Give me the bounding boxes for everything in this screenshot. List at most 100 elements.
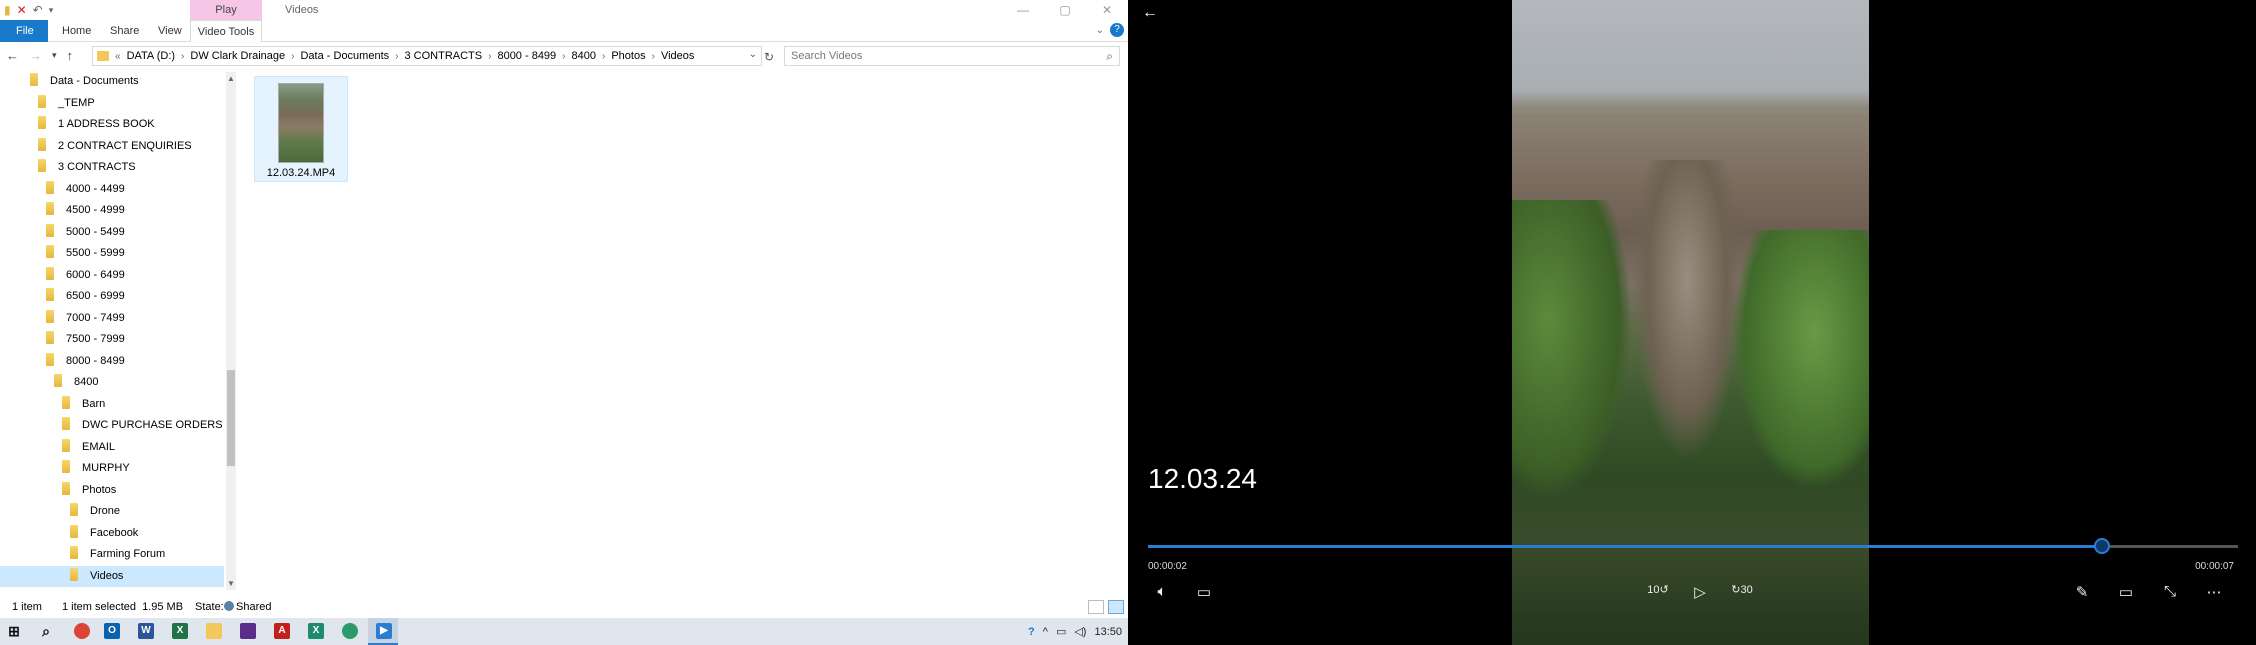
acrobat-icon[interactable]: A [274, 623, 290, 639]
app-icon[interactable] [240, 623, 256, 639]
edit-pen-icon[interactable]: ✎ [2070, 583, 2094, 601]
tree-item[interactable]: Barn [0, 394, 224, 415]
network-icon[interactable]: ▭ [1056, 625, 1066, 638]
tree-item[interactable]: EMAIL [0, 437, 224, 458]
breadcrumb-8400[interactable]: 8400 [572, 50, 596, 62]
seek-handle[interactable] [2093, 538, 2110, 554]
excel-alt-icon[interactable]: X [308, 623, 324, 639]
up-arrow-icon[interactable]: ↑ [67, 48, 74, 63]
tree-item[interactable]: 7500 - 7999 [0, 329, 224, 350]
tree-item[interactable]: 5500 - 5999 [0, 243, 224, 264]
tree-item[interactable]: 6000 - 6499 [0, 265, 224, 286]
chevron-right-icon[interactable]: › [395, 51, 398, 62]
tab-home[interactable]: Home [62, 20, 91, 42]
chevron-right-icon[interactable]: › [602, 51, 605, 62]
scroll-up-icon[interactable]: ▲ [227, 74, 235, 83]
search-icon[interactable]: ⌕ [38, 623, 54, 639]
cloud-app-icon[interactable] [342, 623, 358, 639]
tree-item[interactable]: 5000 - 5499 [0, 222, 224, 243]
clock[interactable]: 13:50 [1094, 626, 1122, 638]
tree-item[interactable]: Photos [0, 480, 224, 501]
overflow-chevron-icon[interactable]: « [115, 51, 121, 62]
address-bar[interactable]: « DATA (D:) › DW Clark Drainage › Data -… [92, 46, 762, 66]
search-icon[interactable]: ⌕ [1106, 47, 1113, 65]
chevron-up-icon[interactable]: ^ [1043, 626, 1048, 638]
qat-dropdown-icon[interactable]: ▾ [49, 3, 54, 17]
skip-back-icon[interactable]: 10↺ [1646, 583, 1670, 596]
file-explorer-icon[interactable] [206, 623, 222, 639]
close-icon[interactable]: ✕ [1086, 0, 1128, 20]
outlook-icon[interactable]: O [104, 623, 120, 639]
tree-item[interactable]: 8400 [0, 372, 224, 393]
chevron-right-icon[interactable]: › [562, 51, 565, 62]
tree-item[interactable]: MURPHY [0, 458, 224, 479]
volume-icon[interactable]: ◁) [1074, 625, 1086, 638]
help-icon[interactable]: ? [1028, 626, 1035, 638]
tab-view[interactable]: View [158, 20, 182, 42]
delete-icon[interactable]: ✕ [17, 3, 27, 17]
seek-bar[interactable] [1148, 538, 2238, 554]
play-icon[interactable]: ▷ [1688, 583, 1712, 601]
maximize-icon[interactable]: ▢ [1044, 0, 1086, 20]
file-item-video[interactable]: 12.03.24.MP4 [254, 76, 348, 182]
tree-item[interactable]: 1 ADDRESS BOOK [0, 114, 224, 135]
volume-icon[interactable]: 🔈︎ [1150, 583, 1174, 600]
breadcrumb-photos[interactable]: Photos [611, 50, 645, 62]
tree-item[interactable]: DWC PURCHASE ORDERS [0, 415, 224, 436]
breadcrumb-3-contracts[interactable]: 3 CONTRACTS [404, 50, 482, 62]
minimize-icon[interactable]: — [1002, 0, 1044, 20]
tree-item[interactable]: 3 CONTRACTS [0, 157, 224, 178]
tree-item[interactable]: 7000 - 7499 [0, 308, 224, 329]
exit-fullscreen-icon[interactable]: ⤡ [2158, 583, 2182, 600]
breadcrumb-8000-8499[interactable]: 8000 - 8499 [497, 50, 556, 62]
video-frame[interactable] [1512, 0, 1869, 645]
chrome-icon[interactable] [74, 623, 90, 639]
tab-file[interactable]: File [0, 20, 48, 42]
chevron-right-icon[interactable]: › [488, 51, 491, 62]
tree-item[interactable]: Videos [0, 565, 224, 587]
chevron-right-icon[interactable]: › [181, 51, 184, 62]
tree-item[interactable]: 6500 - 6999 [0, 286, 224, 307]
tab-share[interactable]: Share [110, 20, 139, 42]
tab-video-tools[interactable]: Video Tools [190, 20, 262, 43]
tree-item[interactable]: Facebook [0, 523, 224, 544]
more-options-icon[interactable]: ⋯ [2202, 583, 2226, 601]
scrollbar-thumb[interactable] [227, 370, 235, 466]
subtitles-icon[interactable]: ▭ [1192, 583, 1216, 601]
chevron-right-icon[interactable]: › [652, 51, 655, 62]
scroll-down-icon[interactable]: ▼ [227, 579, 235, 588]
details-view-icon[interactable] [1088, 600, 1104, 614]
word-icon[interactable]: W [138, 623, 154, 639]
tree-item[interactable]: Data - Documents [0, 72, 224, 92]
tree-item[interactable]: Farming Forum [0, 544, 224, 565]
windows-start-icon[interactable]: ⊞ [6, 623, 22, 639]
address-dropdown-icon[interactable]: ⌄ [749, 49, 757, 60]
tree-item[interactable]: 2 CONTRACT ENQUIRIES [0, 136, 224, 157]
undo-icon[interactable]: ↶ [33, 3, 43, 17]
ribbon-context-tab-play[interactable]: Play [190, 0, 262, 20]
breadcrumb-data-documents[interactable]: Data - Documents [300, 50, 389, 62]
excel-icon[interactable]: X [172, 623, 188, 639]
refresh-icon[interactable]: ↻ [764, 50, 774, 64]
search-input[interactable]: Search Videos ⌕ [784, 46, 1120, 66]
back-arrow-icon[interactable]: ← [1142, 4, 1158, 22]
forward-arrow-icon[interactable]: → [29, 48, 42, 63]
expand-ribbon-icon[interactable]: ⌄ [1096, 25, 1104, 36]
tree-item[interactable]: Drone [0, 501, 224, 522]
large-icons-view-icon[interactable] [1108, 600, 1124, 614]
tree-item[interactable]: 4500 - 4999 [0, 200, 224, 221]
media-player-icon[interactable]: ▶ [376, 623, 392, 639]
breadcrumb-videos[interactable]: Videos [661, 50, 694, 62]
tree-item[interactable]: 8000 - 8499 [0, 351, 224, 372]
recent-locations-icon[interactable]: ▾ [52, 48, 57, 63]
back-arrow-icon[interactable]: ← [6, 48, 19, 63]
tree-item[interactable]: _TEMP [0, 93, 224, 114]
breadcrumb-dw-clark-drainage[interactable]: DW Clark Drainage [190, 50, 285, 62]
skip-forward-icon[interactable]: ↻30 [1730, 583, 1754, 596]
help-icon[interactable]: ? [1110, 23, 1124, 37]
breadcrumb-data-drive[interactable]: DATA (D:) [127, 50, 175, 62]
cast-icon[interactable]: ▭ [2114, 583, 2138, 601]
nav-pane-scrollbar[interactable]: ▲ ▼ [226, 72, 236, 590]
chevron-right-icon[interactable]: › [291, 51, 294, 62]
tree-item[interactable]: 4000 - 4499 [0, 179, 224, 200]
